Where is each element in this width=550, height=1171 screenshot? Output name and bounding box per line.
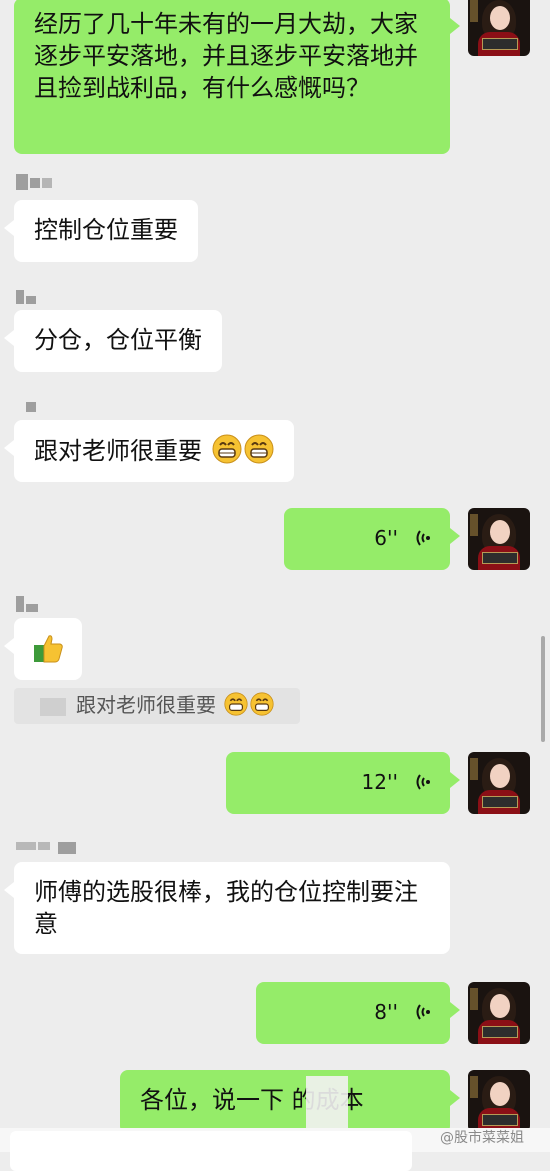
outgoing-voice-message[interactable]: 8''	[256, 982, 460, 1044]
outgoing-text-message[interactable]: 经历了几十年未有的一月大劫，大家逐步平安落地，并且逐步平安落地并且捡到战利品，有…	[14, 0, 460, 154]
avatar[interactable]	[468, 508, 530, 570]
message-text: 经历了几十年未有的一月大劫，大家逐步平安落地，并且逐步平安落地并且捡到战利品，有…	[34, 10, 418, 102]
avatar[interactable]	[468, 0, 530, 56]
outgoing-voice-message[interactable]: 6''	[284, 508, 460, 570]
incoming-emoji-message[interactable]	[4, 618, 82, 680]
voice-duration: 8''	[374, 1000, 398, 1024]
watermark: @股市菜菜姐	[440, 1130, 524, 1146]
sender-name-blurred	[26, 402, 38, 414]
avatar[interactable]	[468, 1070, 530, 1132]
voice-duration: 6''	[374, 526, 398, 550]
obscured-text-overlay	[306, 1076, 348, 1136]
message-text: 分仓，仓位平衡	[34, 326, 202, 354]
outgoing-voice-message[interactable]: 12''	[226, 752, 460, 814]
sender-name-blurred	[16, 596, 40, 612]
incoming-text-message[interactable]: 师傅的选股很棒，我的仓位控制要注意	[4, 862, 450, 954]
thumbs-up-emoji-icon	[34, 635, 63, 663]
voice-duration: 12''	[361, 770, 398, 794]
sender-name-blurred	[16, 842, 78, 854]
scrollbar[interactable]	[541, 636, 545, 742]
message-text: 跟对老师很重要	[34, 437, 202, 465]
voice-wave-icon	[416, 530, 430, 546]
quote-text: 跟对老师很重要	[76, 693, 216, 717]
message-input[interactable]	[10, 1131, 412, 1171]
grinning-emoji-icon	[224, 692, 248, 716]
chat-area: 经历了几十年未有的一月大劫，大家逐步平安落地，并且逐步平安落地并且捡到战利品，有…	[0, 0, 550, 1171]
outgoing-text-message[interactable]: 各位，说一下 的成本	[120, 1070, 460, 1134]
incoming-text-message[interactable]: 跟对老师很重要	[4, 420, 294, 482]
grinning-emoji-icon	[244, 434, 274, 464]
message-text: 师傅的选股很棒，我的仓位控制要注意	[34, 878, 418, 938]
quoted-reply[interactable]: 跟对老师很重要	[14, 688, 300, 724]
incoming-text-message[interactable]: 控制仓位重要	[4, 200, 198, 262]
avatar[interactable]	[468, 982, 530, 1044]
blurred-sender	[40, 698, 66, 716]
voice-wave-icon	[416, 1004, 430, 1020]
avatar[interactable]	[468, 752, 530, 814]
sender-name-blurred	[16, 290, 38, 304]
incoming-text-message[interactable]: 分仓，仓位平衡	[4, 310, 222, 372]
message-text: 控制仓位重要	[34, 216, 178, 244]
grinning-emoji-icon	[250, 692, 274, 716]
sender-name-blurred	[16, 174, 54, 190]
voice-wave-icon	[416, 774, 430, 790]
grinning-emoji-icon	[212, 434, 242, 464]
